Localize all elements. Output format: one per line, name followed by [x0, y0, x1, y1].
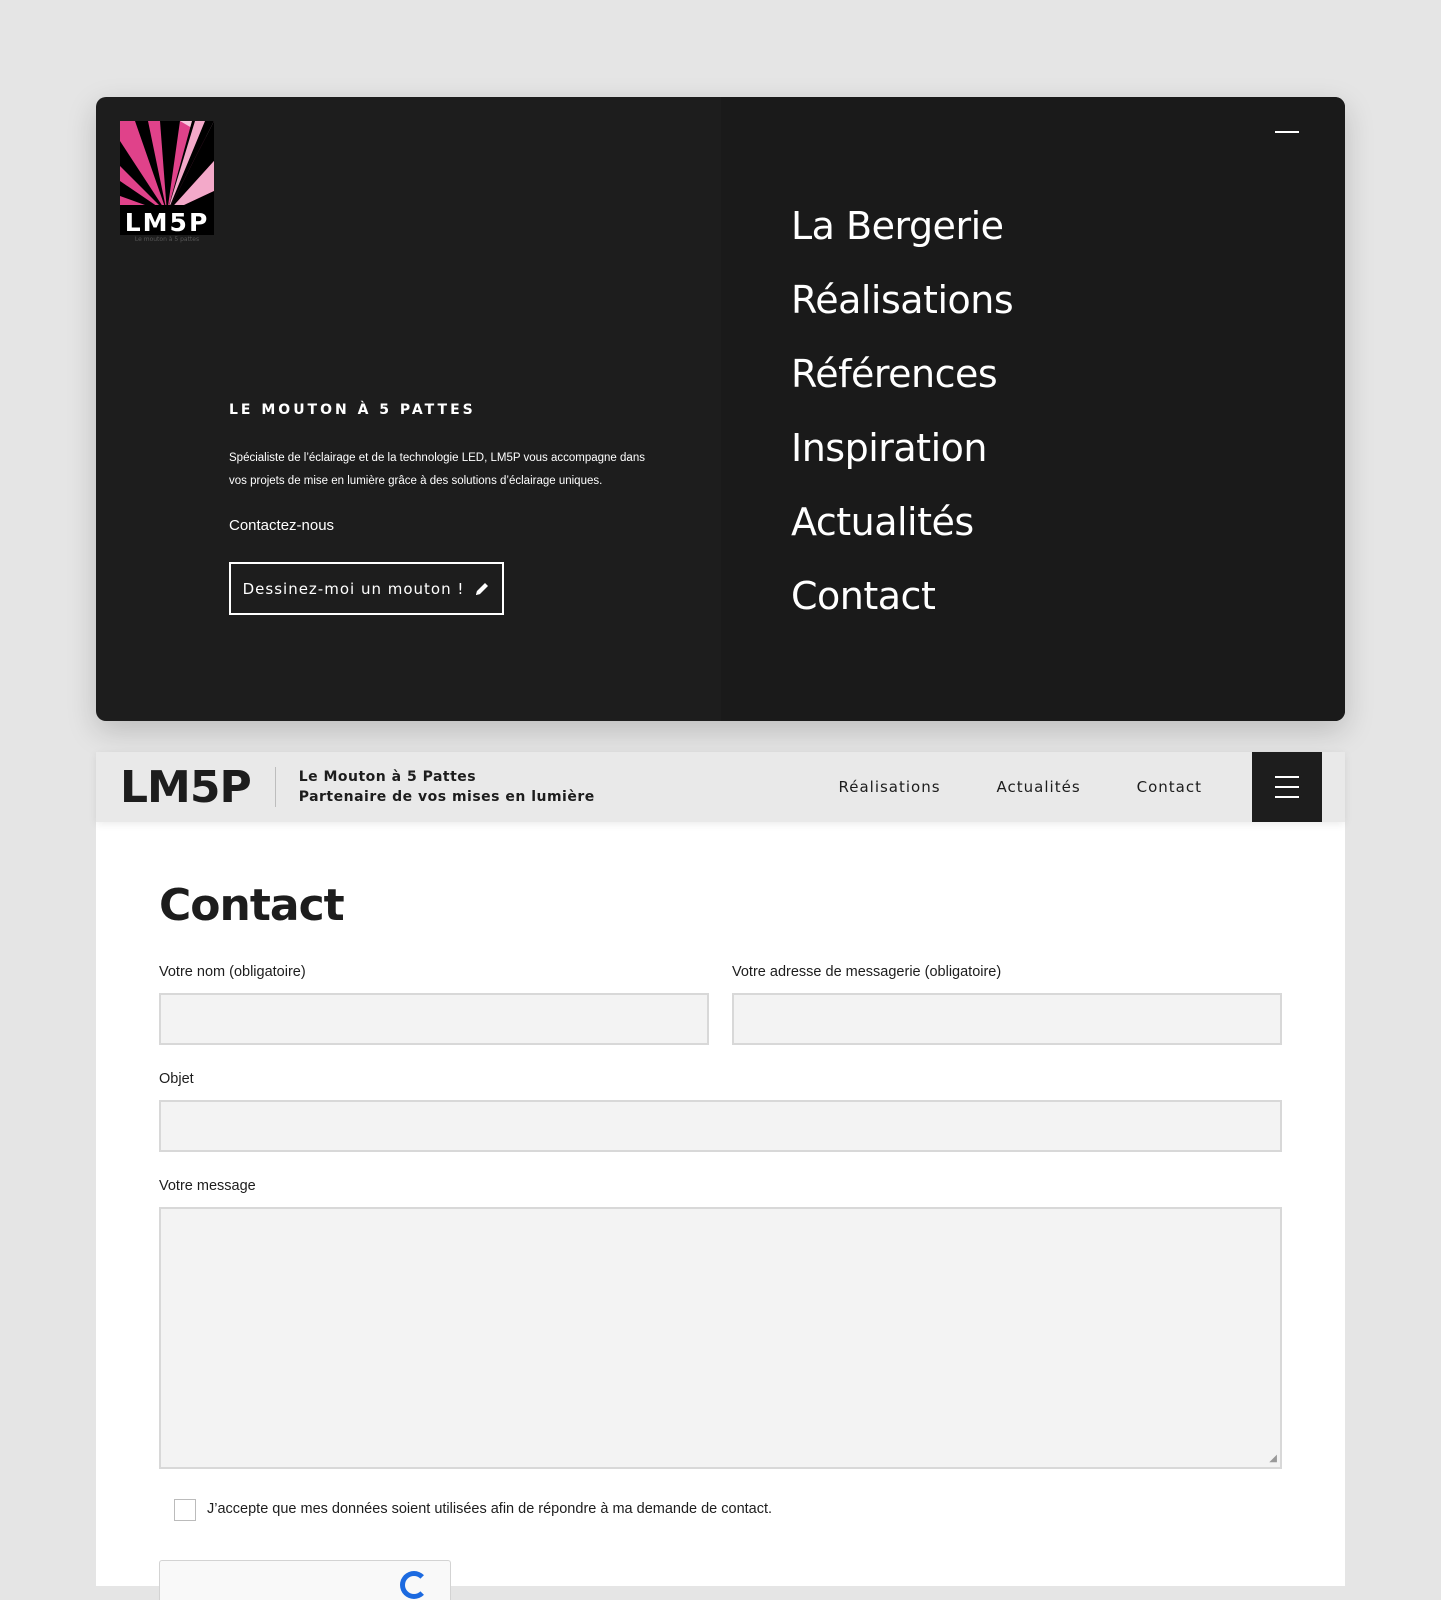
contact-page: LM5P Le Mouton à 5 Pattes Partenaire de … [96, 752, 1345, 1600]
resize-handle-icon[interactable]: ◢ [1269, 1453, 1277, 1464]
contact-link[interactable]: Contactez-nous [229, 517, 334, 534]
header-logo[interactable]: LM5P [120, 762, 252, 813]
email-label: Votre adresse de messagerie (obligatoire… [732, 964, 1002, 980]
overlay-nav-la-bergerie[interactable]: La Bergerie [791, 189, 1013, 263]
page-title: Contact [159, 880, 345, 931]
hamburger-icon[interactable] [1252, 752, 1322, 822]
overlay-nav: La Bergerie Réalisations Références Insp… [791, 189, 1014, 633]
menu-nav-panel: La Bergerie Réalisations Références Insp… [721, 97, 1345, 721]
draw-sheep-button-label: Dessinez-moi un mouton ! [242, 579, 465, 598]
header-tagline: Le Mouton à 5 Pattes Partenaire de vos m… [299, 767, 595, 807]
overlay-nav-actualites[interactable]: Actualités [791, 485, 1013, 559]
recaptcha-icon [400, 1571, 428, 1599]
subject-label: Objet [159, 1071, 194, 1087]
consent-label: J’accepte que mes données soient utilisé… [207, 1501, 773, 1517]
subject-field[interactable] [159, 1100, 1282, 1152]
lm5p-logo[interactable]: LM5P Le mouton à 5 pattes [120, 121, 214, 245]
hamburger-line [1275, 786, 1299, 788]
menu-overlay: LM5P Le mouton à 5 pattes LE MOUTON À 5 … [96, 97, 1345, 721]
header-nav-realisations[interactable]: Réalisations [838, 778, 940, 796]
name-label: Votre nom (obligatoire) [159, 964, 306, 980]
overlay-nav-references[interactable]: Références [791, 337, 1013, 411]
tagline-line2: Partenaire de vos mises en lumière [298, 789, 595, 805]
overlay-nav-contact[interactable]: Contact [791, 559, 1013, 633]
close-icon[interactable] [1275, 131, 1299, 133]
logo-letters: LM5P [124, 208, 210, 237]
overlay-nav-inspiration[interactable]: Inspiration [791, 411, 1013, 485]
logo-tagline: Le mouton à 5 pattes [134, 236, 200, 243]
email-field[interactable] [732, 993, 1282, 1045]
message-label: Votre message [159, 1178, 256, 1194]
header-nav-contact[interactable]: Contact [1137, 778, 1202, 796]
header-nav-actualites[interactable]: Actualités [997, 778, 1081, 796]
recaptcha-widget[interactable] [159, 1560, 451, 1600]
message-textarea[interactable]: ◢ [159, 1207, 1282, 1469]
overlay-nav-realisations[interactable]: Réalisations [791, 263, 1014, 337]
name-field[interactable] [159, 993, 709, 1045]
site-header: LM5P Le Mouton à 5 Pattes Partenaire de … [96, 752, 1345, 822]
pencil-icon [476, 582, 489, 595]
hamburger-line [1275, 776, 1299, 778]
brand-title: LE MOUTON À 5 PATTES [229, 402, 476, 418]
header-divider [274, 767, 276, 807]
brand-description: Spécialiste de l’éclairage et de la tech… [229, 452, 645, 487]
consent-checkbox[interactable] [174, 1499, 196, 1521]
hamburger-line [1275, 796, 1299, 798]
header-nav: Réalisations Actualités Contact [838, 752, 1202, 822]
draw-sheep-button[interactable]: Dessinez-moi un mouton ! [229, 562, 504, 615]
tagline-line1: Le Mouton à 5 Pattes [298, 769, 477, 785]
